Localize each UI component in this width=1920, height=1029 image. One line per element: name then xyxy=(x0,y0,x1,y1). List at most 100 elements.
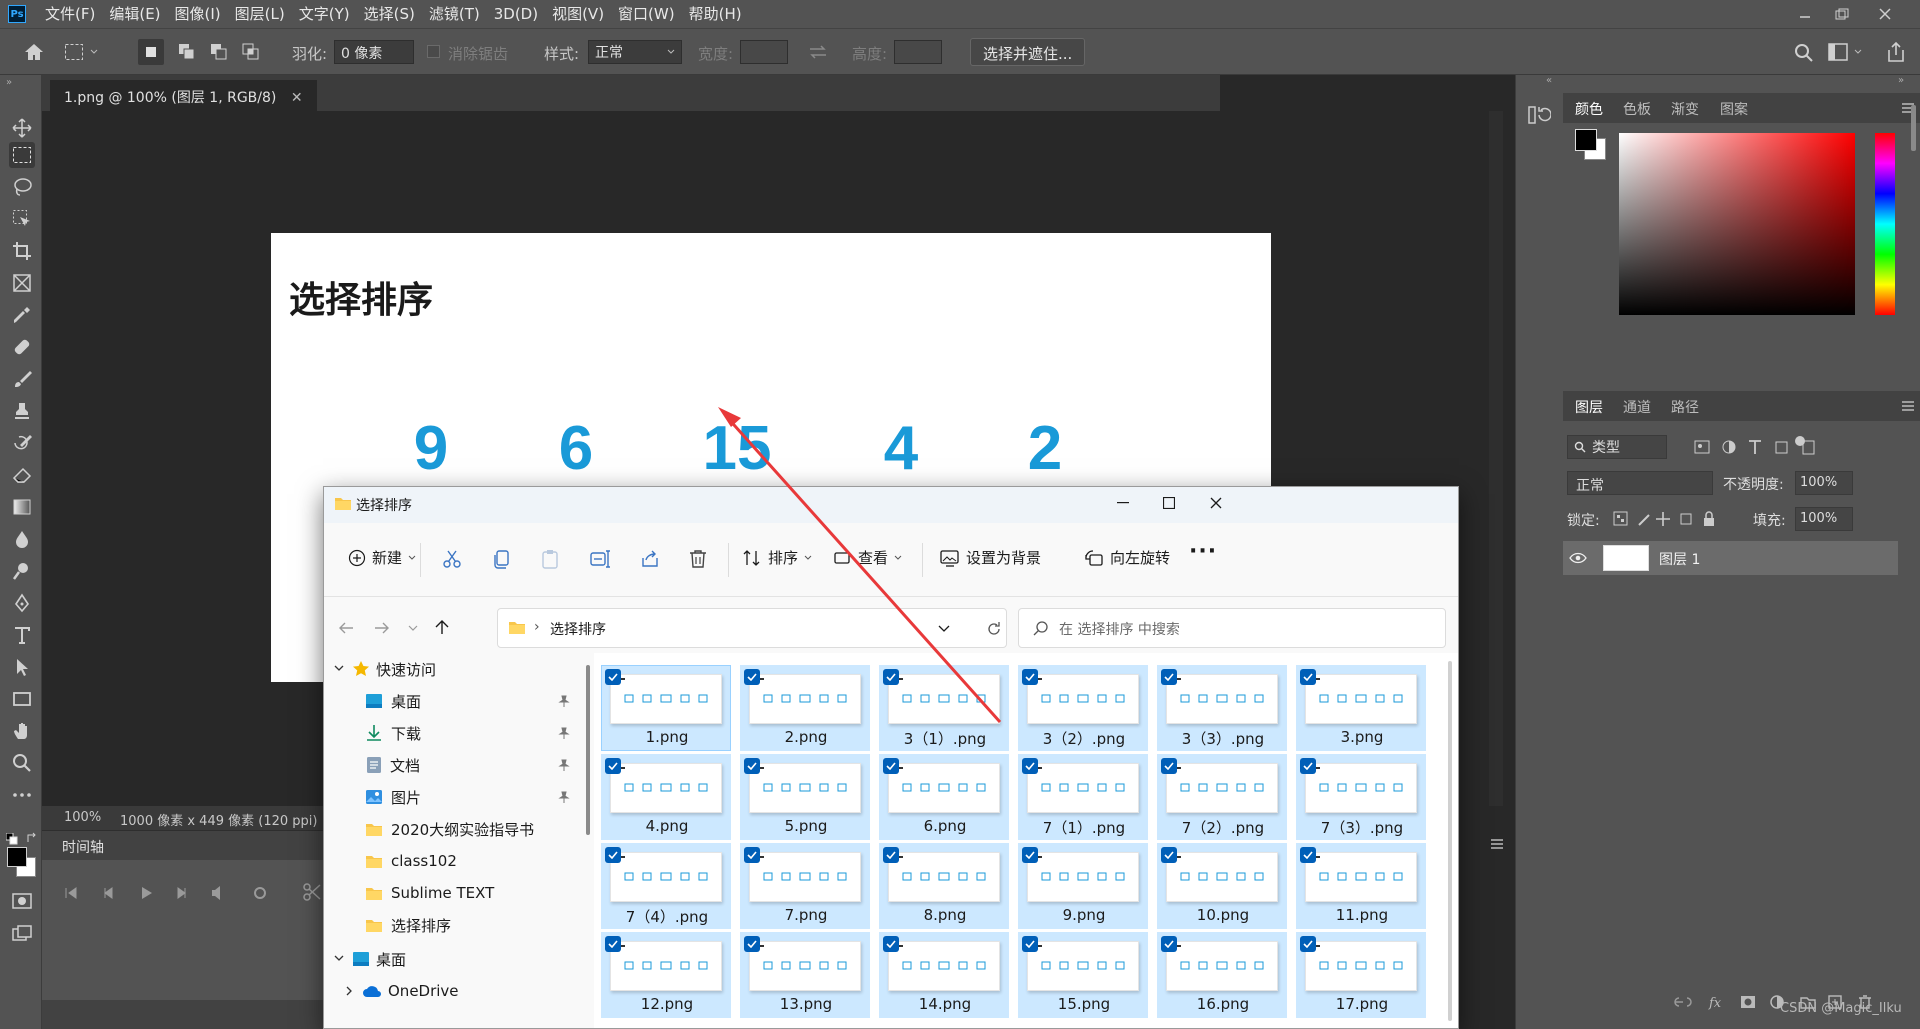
hand-tool[interactable] xyxy=(9,718,35,744)
collapse-toolbar-icon[interactable]: » xyxy=(6,77,12,88)
file-item[interactable]: 9.png xyxy=(1018,843,1148,929)
file-checkbox[interactable] xyxy=(605,936,621,952)
copy-icon[interactable] xyxy=(492,549,512,569)
file-item[interactable]: 10.png xyxy=(1157,843,1287,929)
file-checkbox[interactable] xyxy=(1300,669,1316,685)
canvas-scrollbar[interactable] xyxy=(1489,111,1503,806)
style-select[interactable]: 正常 xyxy=(588,40,682,64)
restore-button[interactable] xyxy=(1822,0,1862,28)
nav-quick-access[interactable]: 快速访问 xyxy=(324,653,594,685)
color-panel-scrollbar[interactable] xyxy=(1911,105,1916,151)
marquee-preset-picker[interactable] xyxy=(64,39,126,65)
file-checkbox[interactable] xyxy=(605,669,621,685)
screen-mode-button[interactable] xyxy=(9,920,35,946)
home-icon[interactable] xyxy=(24,43,44,61)
collapse-dock-icon[interactable]: « xyxy=(1546,75,1552,86)
file-item[interactable]: 2.png xyxy=(740,665,870,751)
document-tab[interactable]: 1.png @ 100% (图层 1, RGB/8) ✕ xyxy=(50,80,317,112)
share-icon[interactable] xyxy=(640,549,660,569)
rectangle-tool[interactable] xyxy=(9,686,35,712)
chevron-down-icon[interactable] xyxy=(938,625,950,633)
eraser-tool[interactable] xyxy=(9,462,35,488)
file-checkbox[interactable] xyxy=(1022,669,1038,685)
file-item[interactable]: 14.png xyxy=(879,932,1009,1018)
file-item[interactable]: 4.png xyxy=(601,754,731,840)
file-checkbox[interactable] xyxy=(1161,847,1177,863)
tab-swatches[interactable]: 色板 xyxy=(1623,99,1651,119)
hue-slider[interactable] xyxy=(1875,133,1895,315)
file-item[interactable]: 7（4）.png xyxy=(601,843,731,929)
file-checkbox[interactable] xyxy=(883,758,899,774)
file-checkbox[interactable] xyxy=(744,936,760,952)
eye-icon[interactable] xyxy=(1569,552,1587,564)
file-item[interactable]: 7.png xyxy=(740,843,870,929)
type-tool[interactable] xyxy=(9,622,35,648)
menu-3d[interactable]: 3D(D) xyxy=(487,0,545,28)
pen-tool[interactable] xyxy=(9,590,35,616)
subtract-selection-button[interactable] xyxy=(206,39,232,65)
file-item[interactable]: 16.png xyxy=(1157,932,1287,1018)
select-and-mask-button[interactable]: 选择并遮住... xyxy=(970,38,1086,66)
explorer-close-button[interactable] xyxy=(1192,487,1240,519)
file-checkbox[interactable] xyxy=(883,847,899,863)
nav-documents[interactable]: 文档 xyxy=(324,749,594,781)
file-item[interactable]: 1.png xyxy=(601,665,731,751)
view-button[interactable]: 查看 xyxy=(834,547,902,568)
close-button[interactable] xyxy=(1865,0,1905,28)
explorer-minimize-button[interactable] xyxy=(1100,487,1146,519)
nav-onedrive[interactable]: OneDrive xyxy=(324,975,594,1007)
default-colors-icon[interactable] xyxy=(6,833,18,845)
dodge-tool[interactable] xyxy=(9,558,35,584)
search-input[interactable]: 在 选择排序 中搜索 xyxy=(1018,608,1446,648)
file-item[interactable]: 5.png xyxy=(740,754,870,840)
antialias-checkbox[interactable] xyxy=(427,45,440,58)
path-select-tool[interactable] xyxy=(9,654,35,680)
nav-downloads[interactable]: 下载 xyxy=(324,717,594,749)
history-brush-tool[interactable] xyxy=(9,430,35,456)
file-checkbox[interactable] xyxy=(1161,669,1177,685)
layer-filter-icons[interactable] xyxy=(1693,438,1843,456)
address-bar[interactable]: › 选择排序 xyxy=(497,608,1007,648)
set-background-button[interactable]: 设置为背景 xyxy=(940,547,1041,568)
file-item[interactable]: 11.png xyxy=(1296,843,1426,929)
nav-folder[interactable]: Sublime TEXT xyxy=(324,877,594,909)
file-checkbox[interactable] xyxy=(883,936,899,952)
sort-button[interactable]: 排序 xyxy=(742,547,812,568)
panel-menu-icon[interactable] xyxy=(1902,401,1914,411)
quick-mask-button[interactable] xyxy=(9,888,35,914)
file-checkbox[interactable] xyxy=(1022,758,1038,774)
fill-input[interactable]: 100% xyxy=(1795,507,1853,531)
gradient-tool[interactable] xyxy=(9,494,35,520)
menu-view[interactable]: 视图(V) xyxy=(545,0,611,28)
panel-menu-icon[interactable] xyxy=(1490,838,1504,850)
nav-scrollbar[interactable] xyxy=(586,665,590,835)
file-checkbox[interactable] xyxy=(605,758,621,774)
file-item[interactable]: 3（3）.png xyxy=(1157,665,1287,751)
tab-color[interactable]: 颜色 xyxy=(1575,99,1603,119)
file-item[interactable]: 17.png xyxy=(1296,932,1426,1018)
breadcrumb[interactable]: 选择排序 xyxy=(550,619,606,639)
file-item[interactable]: 3.png xyxy=(1296,665,1426,751)
color-foreground-swatch[interactable] xyxy=(1575,129,1597,151)
lock-icons[interactable] xyxy=(1613,511,1723,527)
file-item[interactable]: 3（2）.png xyxy=(1018,665,1148,751)
width-input[interactable] xyxy=(740,40,788,64)
frame-tool[interactable] xyxy=(9,270,35,296)
menu-filter[interactable]: 滤镜(T) xyxy=(422,0,487,28)
back-arrow-icon[interactable] xyxy=(338,621,354,635)
zoom-tool[interactable] xyxy=(9,750,35,776)
new-button[interactable]: 新建 xyxy=(348,547,416,568)
file-checkbox[interactable] xyxy=(1022,936,1038,952)
filter-toggle-icon[interactable] xyxy=(1795,436,1805,446)
close-tab-icon[interactable]: ✕ xyxy=(291,90,303,106)
file-checkbox[interactable] xyxy=(883,669,899,685)
file-item[interactable]: 15.png xyxy=(1018,932,1148,1018)
nav-desktop[interactable]: 桌面 xyxy=(324,685,594,717)
up-arrow-icon[interactable] xyxy=(434,619,450,635)
object-select-tool[interactable] xyxy=(9,206,35,232)
swap-dimensions-icon[interactable] xyxy=(808,44,828,60)
lasso-tool[interactable] xyxy=(9,174,35,200)
file-item[interactable]: 12.png xyxy=(601,932,731,1018)
opacity-input[interactable]: 100% xyxy=(1795,471,1853,495)
file-checkbox[interactable] xyxy=(605,847,621,863)
